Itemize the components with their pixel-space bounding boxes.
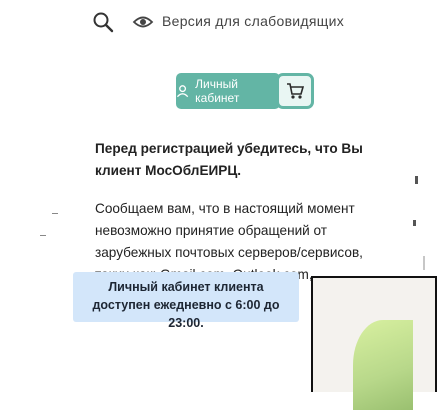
deco-bar-2 [413, 220, 416, 226]
cabinet-button-label: Личный кабинет [195, 77, 240, 105]
notice-text: Личный кабинет клиента доступен ежедневн… [92, 280, 280, 330]
cabinet-button[interactable]: Личный кабинет [176, 73, 280, 109]
search-icon[interactable] [92, 11, 114, 33]
left-dash-2 [40, 235, 46, 236]
deco-bar-1 [415, 176, 418, 184]
deco-bar-3 [423, 256, 425, 270]
left-dash-1 [52, 213, 58, 214]
cart-icon [287, 83, 305, 99]
eye-icon[interactable] [132, 11, 154, 33]
promo-card[interactable] [311, 276, 437, 410]
cart-button[interactable] [276, 73, 314, 109]
message-gap [95, 182, 385, 198]
message-title: Перед регистрацией убедитесь, что Вы кли… [95, 141, 363, 178]
notice-banner: Личный кабинет клиента доступен ежедневн… [73, 272, 299, 330]
version-link[interactable]: Версия для слабовидящих [162, 13, 344, 29]
user-icon [176, 85, 189, 98]
promo-image [353, 320, 413, 410]
